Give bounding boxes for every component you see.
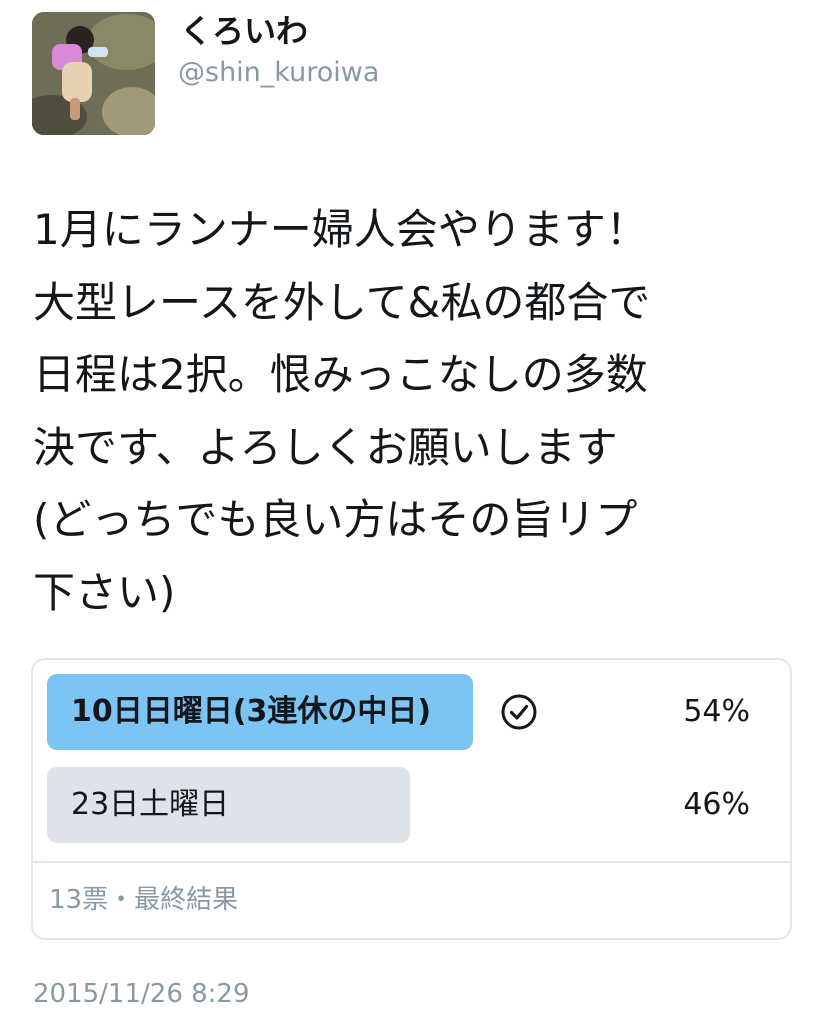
tweet-text-line: 日程は2択。恨みっこなしの多数 — [33, 350, 648, 399]
tweet-text-line: 下さい) — [33, 567, 176, 617]
tweet-text-line: 1月にランナー婦人会やります！ — [33, 205, 648, 254]
poll-option-percent: 46% — [683, 787, 750, 822]
avatar-photo — [32, 12, 155, 135]
poll-option-label: 23日土曜日 — [71, 787, 230, 822]
check-circle-icon — [501, 694, 537, 730]
tweet-text: 1月にランナー婦人会やります！ 大型レースを外して&私の都合で 日程は2択。恨み… — [33, 194, 803, 629]
tweet-timestamp[interactable]: 2015/11/26 8:29 — [33, 976, 250, 1012]
tweet-text-line: 大型レースを外して&私の都合で — [33, 277, 651, 327]
poll-card: 10日日曜日(3連休の中日) 54% 23日土曜日 46% 13票・最終結果 — [31, 658, 792, 940]
poll-option: 23日土曜日 46% — [47, 767, 778, 843]
user-handle[interactable]: @shin_kuroiwa — [178, 56, 379, 90]
poll-divider — [33, 861, 790, 863]
poll-option-winner: 10日日曜日(3連休の中日) 54% — [47, 674, 778, 750]
tweet-text-line: (どっちでも良い方はその旨リプ — [33, 495, 638, 544]
poll-option-percent: 54% — [683, 694, 750, 729]
avatar[interactable] — [32, 12, 155, 135]
poll-vote-summary: 13票・最終結果 — [49, 885, 239, 915]
display-name[interactable]: くろいわ — [180, 10, 308, 52]
poll-option-label: 10日日曜日(3連休の中日) — [71, 694, 432, 729]
tweet-text-line: 決です、よろしくお願いします — [33, 422, 618, 472]
